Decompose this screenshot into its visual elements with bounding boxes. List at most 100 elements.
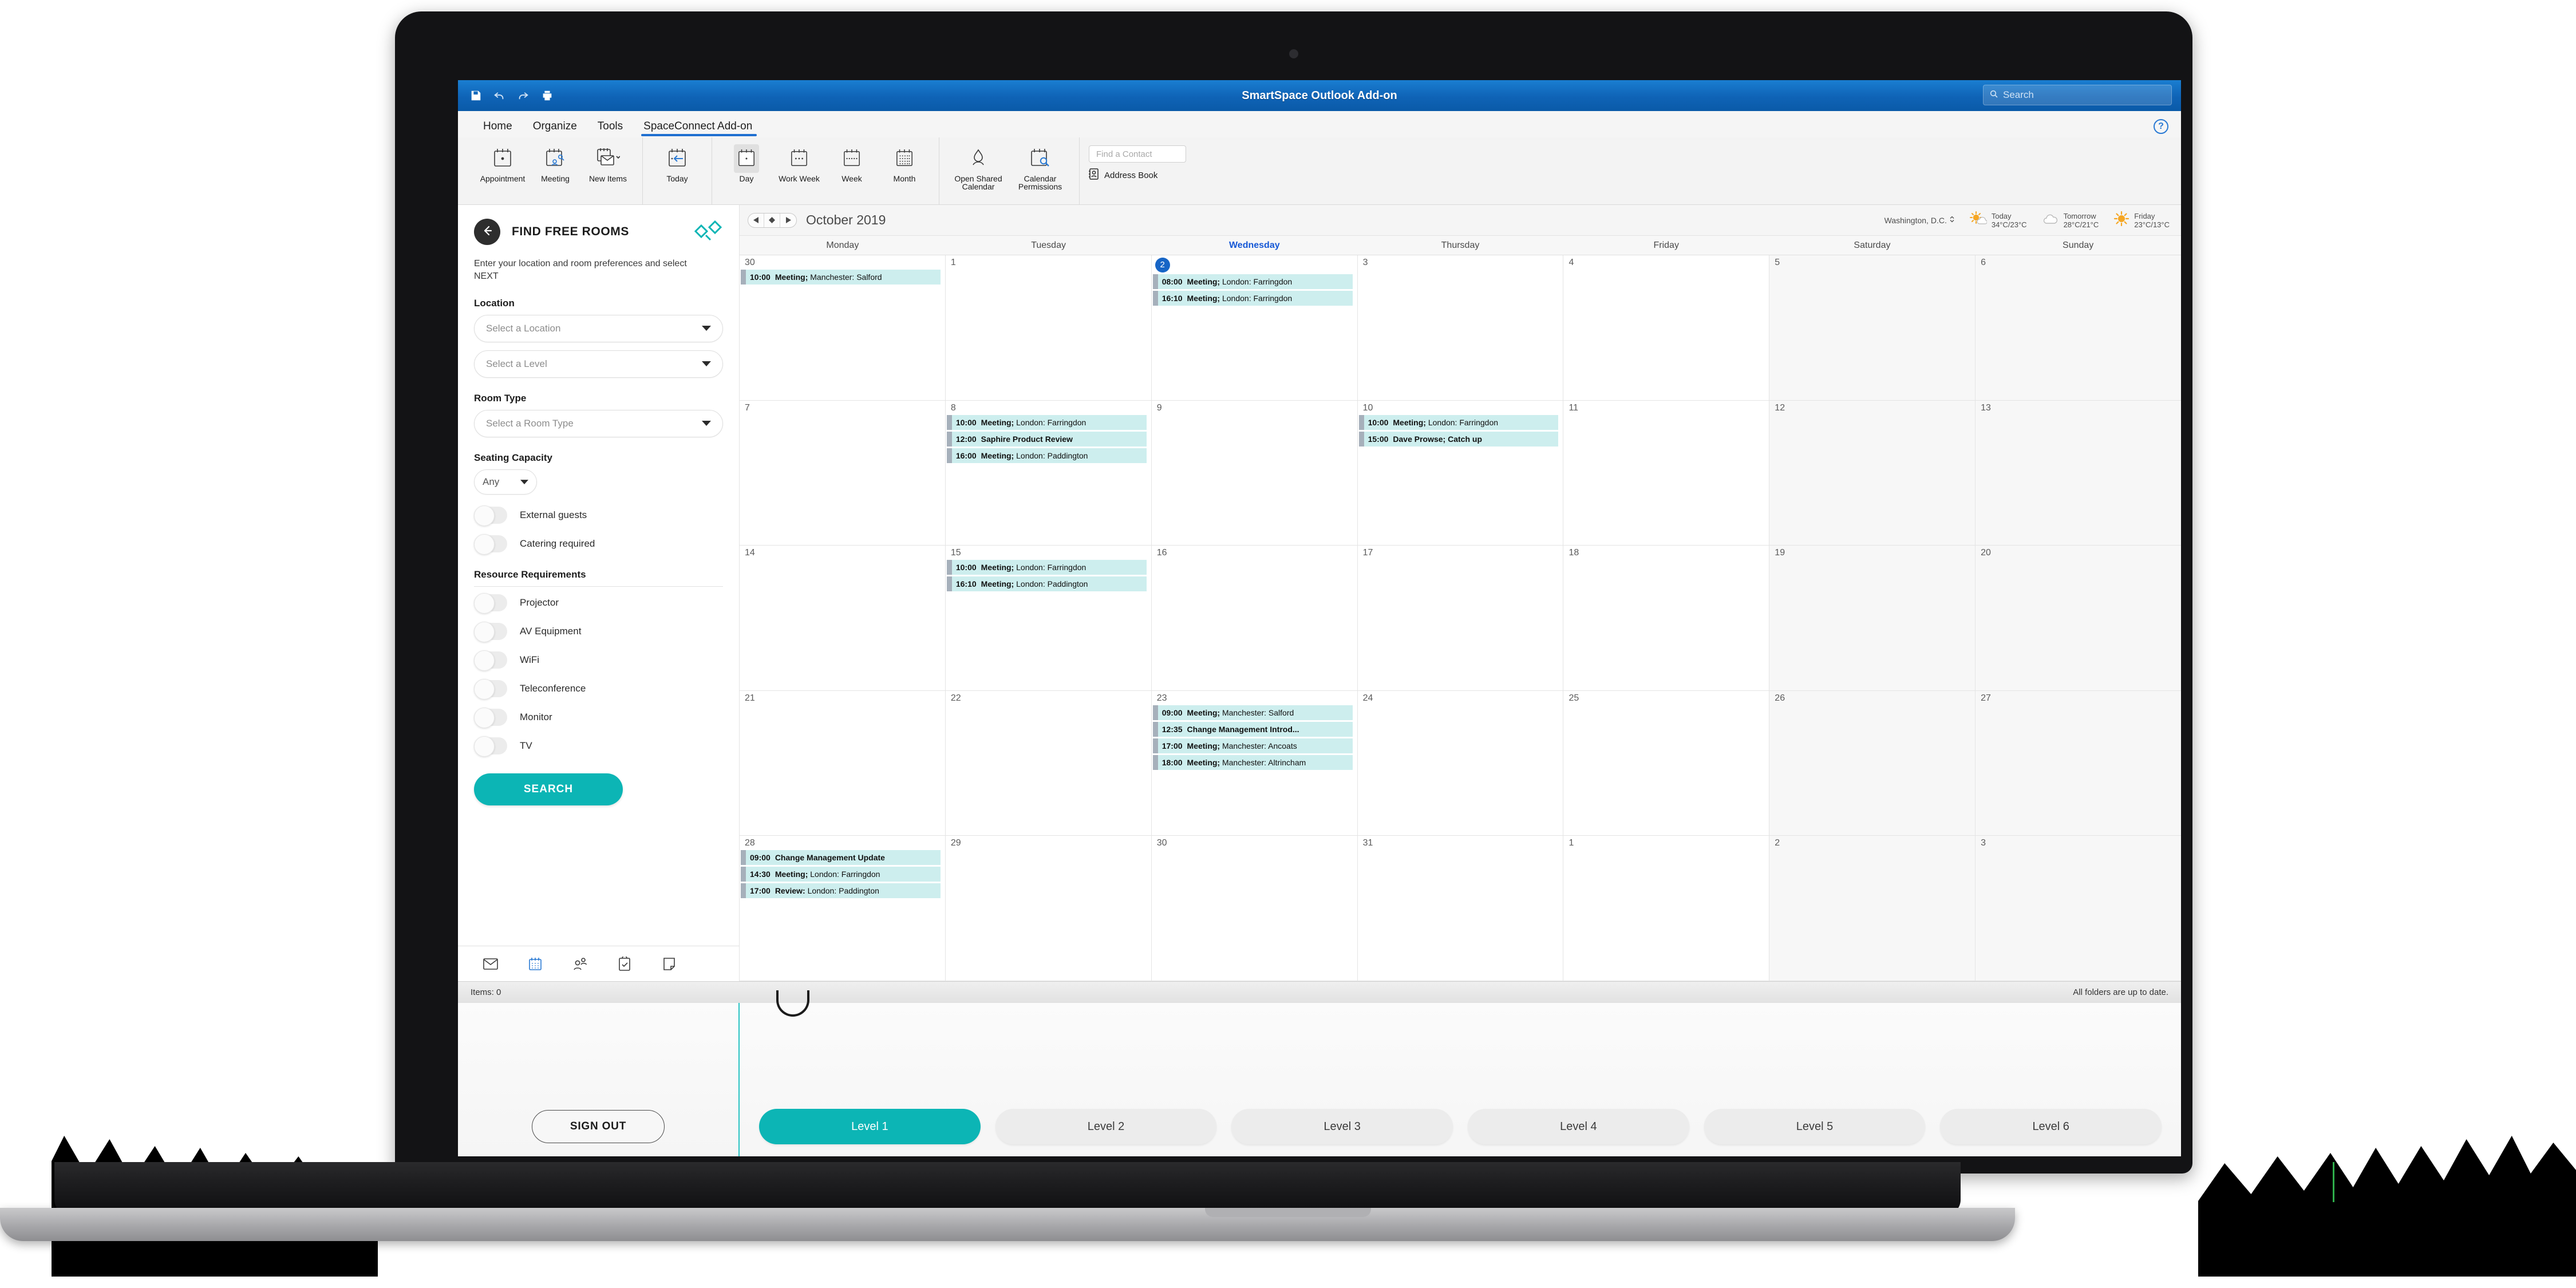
calendar-day-cell[interactable]: 15 10:00 Meeting; London: Farringdon 16:10 M… bbox=[946, 546, 1152, 690]
next-month-button[interactable] bbox=[780, 214, 796, 227]
people-icon[interactable] bbox=[558, 957, 602, 971]
calendar-event[interactable]: 10:00 Meeting; London: Farringdon bbox=[1358, 414, 1559, 430]
calendar-event[interactable]: 16:10 Meeting; London: Paddington bbox=[946, 576, 1147, 592]
calendar-event[interactable]: 10:00 Meeting; London: Farringdon bbox=[946, 560, 1147, 575]
calendar-day-cell[interactable]: 14 bbox=[740, 546, 946, 690]
weather-location[interactable]: Washington, D.C. bbox=[1884, 215, 1955, 225]
ribbon-button-new-items[interactable]: New Items bbox=[583, 142, 633, 183]
kiosk-level-tab[interactable]: Level 5 bbox=[1704, 1109, 1926, 1144]
calendar-day-cell[interactable]: 19 bbox=[1769, 546, 1976, 690]
toggle-teleconference[interactable]: Teleconference bbox=[474, 676, 723, 701]
print-icon[interactable] bbox=[540, 89, 554, 102]
kiosk-level-tab[interactable]: Level 1 bbox=[759, 1109, 981, 1144]
calendar-day-cell[interactable]: 24 bbox=[1358, 690, 1564, 836]
tasks-icon[interactable] bbox=[602, 957, 647, 971]
calendar-event[interactable]: 12:00 Saphire Product Review bbox=[946, 431, 1147, 447]
calendar-event[interactable]: 10:00 Meeting; Manchester: Salford bbox=[741, 270, 941, 285]
help-icon[interactable]: ? bbox=[2154, 119, 2168, 134]
today-jump-button[interactable] bbox=[764, 213, 780, 227]
calendar-day-cell[interactable]: 31 bbox=[1358, 836, 1564, 981]
ribbon-button-calendar-permissions[interactable]: Calendar Permissions bbox=[1010, 142, 1070, 191]
location-select[interactable]: Select a Location bbox=[474, 315, 723, 342]
sign-out-button[interactable]: SIGN OUT bbox=[532, 1110, 665, 1143]
calendar-day-cell[interactable]: 11 bbox=[1563, 400, 1770, 546]
level-select[interactable]: Select a Level bbox=[474, 350, 723, 378]
calendar-day-cell[interactable]: 8 10:00 Meeting; London: Farringdon 12:00 Sa… bbox=[946, 400, 1152, 546]
calendar-day-cell[interactable]: 9 bbox=[1152, 400, 1358, 546]
toggle-monitor[interactable]: Monitor bbox=[474, 705, 723, 730]
redo-icon[interactable] bbox=[516, 89, 530, 102]
toggle-tv[interactable]: TV bbox=[474, 733, 723, 758]
calendar-day-cell[interactable]: 4 bbox=[1563, 255, 1770, 400]
ribbon-tab-tools[interactable]: Tools bbox=[587, 120, 633, 137]
calendar-event[interactable]: 08:00 Meeting; London: Farringdon bbox=[1152, 274, 1353, 289]
calendar-day-cell[interactable]: 23 09:00 Meeting; Manchester: Salford 12:35… bbox=[1152, 690, 1358, 836]
kiosk-level-tab[interactable]: Level 4 bbox=[1468, 1109, 1689, 1144]
window-search-box[interactable]: Search bbox=[1983, 85, 2172, 105]
calendar-day-cell[interactable]: 7 bbox=[740, 400, 946, 546]
room-type-select[interactable]: Select a Room Type bbox=[474, 410, 723, 437]
ribbon-button-open-shared-calendar[interactable]: Open Shared Calendar bbox=[949, 142, 1008, 191]
calendar-day-cell[interactable]: 30 10:00 Meeting; Manchester: Salford bbox=[740, 255, 946, 400]
toggle-switch[interactable] bbox=[474, 679, 507, 700]
calendar-event[interactable]: 17:00 Review: London: Paddington bbox=[741, 883, 941, 899]
ribbon-button-week[interactable]: Week bbox=[827, 142, 877, 183]
calendar-day-cell[interactable]: 2 bbox=[1769, 836, 1976, 981]
calendar-day-cell[interactable]: 16 bbox=[1152, 546, 1358, 690]
calendar-event[interactable]: 17:00 Meeting; Manchester: Ancoats bbox=[1152, 738, 1353, 753]
toggle-switch[interactable] bbox=[474, 622, 507, 642]
ribbon-button-month[interactable]: Month bbox=[879, 142, 930, 183]
toggle-switch[interactable] bbox=[474, 650, 507, 671]
calendar-day-cell[interactable]: 17 bbox=[1358, 546, 1564, 690]
calendar-day-cell[interactable]: 1 bbox=[1563, 836, 1770, 981]
calendar-day-cell[interactable]: 22 bbox=[946, 690, 1152, 836]
ribbon-tab-organize[interactable]: Organize bbox=[523, 120, 587, 137]
calendar-day-cell[interactable]: 5 bbox=[1769, 255, 1976, 400]
kiosk-level-tab[interactable]: Level 2 bbox=[995, 1109, 1217, 1144]
calendar-event[interactable]: 14:30 Meeting; London: Farringdon bbox=[741, 867, 941, 882]
ribbon-button-day[interactable]: Day bbox=[721, 142, 772, 183]
save-icon[interactable] bbox=[469, 89, 482, 102]
search-button[interactable]: SEARCH bbox=[474, 773, 623, 805]
toggle-av-equipment[interactable]: AV Equipment bbox=[474, 619, 723, 644]
ribbon-tab-home[interactable]: Home bbox=[473, 120, 523, 137]
kiosk-level-tab[interactable]: Level 3 bbox=[1231, 1109, 1453, 1144]
toggle-wifi[interactable]: WiFi bbox=[474, 647, 723, 673]
calendar-event[interactable]: 18:00 Meeting; Manchester: Altrincham bbox=[1152, 754, 1353, 770]
seating-capacity-select[interactable]: Any bbox=[474, 469, 537, 495]
calendar-event[interactable]: 12:35 Change Management Introd... bbox=[1152, 721, 1353, 737]
toggle-switch[interactable] bbox=[474, 736, 507, 757]
ribbon-button-work-week[interactable]: Work Week bbox=[774, 142, 824, 183]
toggle-switch[interactable] bbox=[474, 534, 507, 555]
previous-month-button[interactable] bbox=[748, 213, 764, 227]
back-button[interactable] bbox=[474, 219, 500, 245]
toggle-switch[interactable] bbox=[474, 708, 507, 728]
find-contact-input[interactable]: Find a Contact bbox=[1089, 145, 1186, 163]
calendar-day-cell[interactable]: 6 bbox=[1976, 255, 2181, 400]
calendar-icon[interactable] bbox=[513, 957, 558, 971]
calendar-day-cell[interactable]: 3 bbox=[1358, 255, 1564, 400]
toggle-projector[interactable]: Projector bbox=[474, 590, 723, 615]
ribbon-button-today[interactable]: Today bbox=[652, 142, 702, 183]
calendar-day-cell[interactable]: 25 bbox=[1563, 690, 1770, 836]
notes-icon[interactable] bbox=[647, 957, 692, 971]
calendar-day-cell[interactable]: 12 bbox=[1769, 400, 1976, 546]
toggle-external-guests[interactable]: External guests bbox=[474, 503, 723, 528]
toggle-switch[interactable] bbox=[474, 593, 507, 614]
calendar-day-cell[interactable]: 1 bbox=[946, 255, 1152, 400]
calendar-day-cell[interactable]: 27 bbox=[1976, 690, 2181, 836]
address-book-button[interactable]: Address Book bbox=[1089, 168, 1157, 182]
calendar-day-cell[interactable]: 13 bbox=[1976, 400, 2181, 546]
mail-icon[interactable] bbox=[468, 958, 513, 970]
calendar-day-cell[interactable]: 3 bbox=[1976, 836, 2181, 981]
calendar-day-cell[interactable]: 20 bbox=[1976, 546, 2181, 690]
calendar-day-cell[interactable]: 30 bbox=[1152, 836, 1358, 981]
calendar-day-cell[interactable]: 26 bbox=[1769, 690, 1976, 836]
calendar-day-cell[interactable]: 2 08:00 Meeting; London: Farringdon 16:10 Me… bbox=[1152, 255, 1358, 400]
calendar-event[interactable]: 16:00 Meeting; London: Paddington bbox=[946, 448, 1147, 463]
toggle-catering-required[interactable]: Catering required bbox=[474, 531, 723, 556]
kiosk-level-tab[interactable]: Level 6 bbox=[1940, 1109, 2162, 1144]
calendar-event[interactable]: 09:00 Meeting; Manchester: Salford bbox=[1152, 705, 1353, 720]
calendar-event[interactable]: 10:00 Meeting; London: Farringdon bbox=[946, 414, 1147, 430]
calendar-day-cell[interactable]: 10 10:00 Meeting; London: Farringdon 15:00 D… bbox=[1358, 400, 1564, 546]
